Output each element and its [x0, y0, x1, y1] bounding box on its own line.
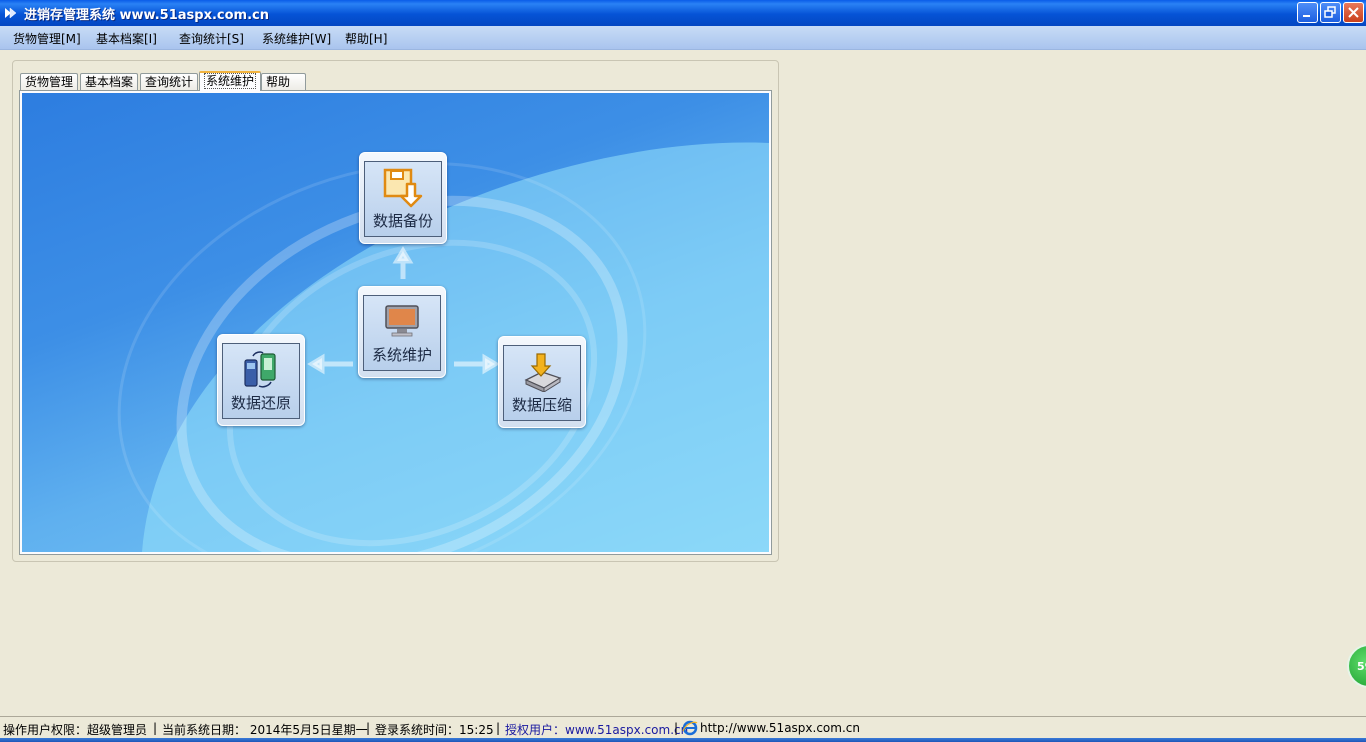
status-url[interactable]: http://www.51aspx.com.cn	[700, 721, 860, 735]
compress-box-icon	[524, 353, 562, 392]
window-title: 进销存管理系统 www.51aspx.com.cn	[24, 8, 269, 23]
status-user-rights: 操作用户权限：超级管理员	[3, 723, 148, 737]
minimize-icon	[1303, 15, 1310, 17]
tab-label: 帮助	[266, 75, 291, 89]
status-separator: |	[674, 721, 679, 735]
maintenance-canvas: 数据备份 系统维护 数据还原 数据压缩	[22, 93, 769, 552]
menu-system-maintenance[interactable]: 系统维护[W]	[262, 30, 331, 47]
menu-query-stats[interactable]: 查询统计[S]	[179, 30, 244, 47]
menu-help[interactable]: 帮助[H]	[345, 30, 387, 47]
maintenance-label: 系统维护	[371, 346, 432, 364]
button-face: 数据压缩	[503, 345, 581, 421]
status-separator: |	[366, 721, 371, 735]
tab-goods[interactable]: 货物管理	[20, 73, 79, 91]
floppy-download-icon	[383, 168, 423, 208]
menu-bar: 货物管理[M] 基本档案[I] 查询统计[S] 系统维护[W] 帮助[H]	[0, 26, 1366, 50]
restore-devices-icon	[244, 351, 276, 388]
button-face: 数据备份	[364, 161, 442, 237]
button-face: 系统维护	[363, 295, 441, 371]
close-button[interactable]	[1343, 2, 1364, 23]
status-separator: |	[496, 721, 501, 735]
backup-label: 数据备份	[372, 212, 433, 230]
menu-basic-archive[interactable]: 基本档案[I]	[96, 30, 157, 47]
tab-help[interactable]: 帮助	[261, 73, 306, 91]
status-licensed-user[interactable]: 授权用户：www.51aspx.com.cn	[505, 721, 688, 738]
menu-goods[interactable]: 货物管理[M]	[13, 30, 81, 47]
restore-window-icon	[1324, 6, 1336, 18]
tab-label: 货物管理	[25, 75, 74, 89]
tab-label: 查询统计	[145, 75, 194, 89]
tab-basic-archive[interactable]: 基本档案	[80, 73, 139, 91]
close-icon	[1348, 7, 1359, 18]
badge-value: 59	[1357, 660, 1366, 673]
data-restore-button[interactable]: 数据还原	[217, 334, 305, 426]
status-login-time: 登录系统时间：15:25	[375, 723, 494, 737]
tab-content: 数据备份 系统维护 数据还原 数据压缩	[19, 90, 772, 555]
status-separator: |	[153, 721, 158, 735]
restore-label: 数据还原	[230, 394, 291, 412]
title-bar: 进销存管理系统 www.51aspx.com.cn	[0, 0, 1366, 26]
compress-label: 数据压缩	[511, 396, 572, 414]
status-current-date: 当前系统日期： 2014年5月5日星期一	[162, 723, 368, 737]
tab-query-stats[interactable]: 查询统计	[140, 73, 199, 91]
ie-icon	[682, 720, 698, 736]
tab-label: 系统维护	[204, 73, 257, 89]
tab-label: 基本档案	[85, 75, 134, 89]
restore-window-button[interactable]	[1320, 2, 1341, 23]
minimize-button[interactable]	[1297, 2, 1318, 23]
taskbar-edge	[0, 738, 1366, 742]
button-face: 数据还原	[222, 343, 300, 419]
app-icon	[5, 7, 17, 19]
floating-badge[interactable]: 59	[1347, 644, 1366, 688]
data-backup-button[interactable]: 数据备份	[359, 152, 447, 244]
monitor-icon	[385, 305, 419, 337]
tab-system-maintenance[interactable]: 系统维护	[199, 71, 262, 91]
system-maintenance-button[interactable]: 系统维护	[358, 286, 446, 378]
data-compress-button[interactable]: 数据压缩	[498, 336, 586, 428]
